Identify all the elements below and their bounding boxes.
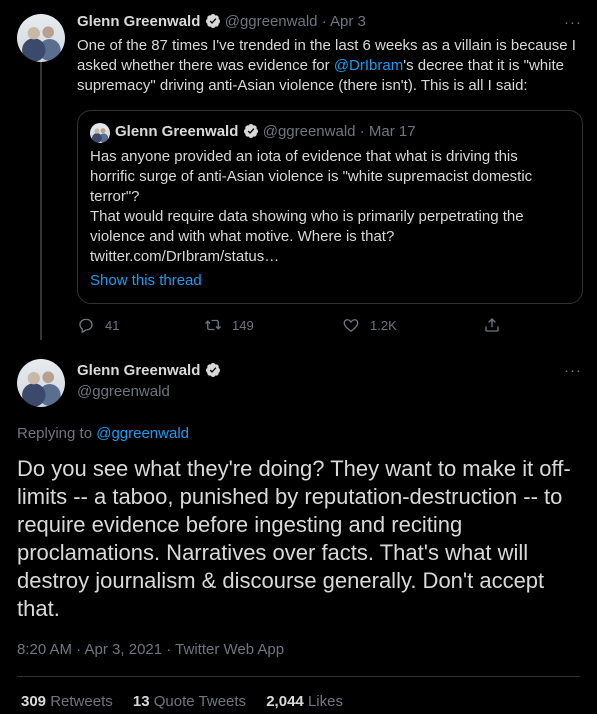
quotes-stat[interactable]: 13 Quote Tweets	[133, 693, 246, 710]
quoted-author-name: Glenn Greenwald	[115, 123, 239, 140]
quoted-author-handle: @ggreenwald	[262, 123, 356, 140]
replying-to-label: Replying to	[17, 425, 97, 442]
retweet-count: 149	[232, 317, 254, 333]
author-block: Glenn Greenwald @ggreenwald	[77, 361, 221, 402]
quoted-tweet-card[interactable]: Glenn Greenwald @ggreenwald · Mar 17 Has…	[77, 110, 583, 304]
tweet-date[interactable]: · Apr 3	[322, 13, 366, 30]
retweets-label: Retweets	[50, 693, 113, 710]
show-thread-link[interactable]: Show this thread	[90, 271, 202, 291]
retweets-count: 309	[21, 693, 47, 710]
quoted-tweet-header: Glenn Greenwald @ggreenwald · Mar 17	[115, 122, 416, 142]
verified-badge-icon	[205, 363, 220, 377]
heart-icon	[343, 319, 359, 332]
retweet-icon	[205, 319, 221, 331]
author-avatar[interactable]	[17, 14, 65, 62]
likes-label: Likes	[307, 693, 343, 710]
quoted-author-avatar	[90, 123, 110, 143]
replying-to-handle[interactable]: @ggreenwald	[96, 425, 189, 442]
tweet-text: One of the 87 times I've trended in the …	[77, 36, 582, 96]
share-icon	[485, 318, 499, 332]
mention-link[interactable]: @DrIbram	[334, 57, 403, 74]
like-count: 1.2K	[370, 317, 397, 333]
main-tweet-text: Do you see what they're doing? They want…	[17, 456, 571, 621]
reply-icon	[79, 318, 93, 334]
author-handle[interactable]: @ggreenwald	[77, 382, 221, 402]
author-name[interactable]: Glenn Greenwald	[77, 13, 200, 30]
more-options-icon[interactable]: ···	[564, 14, 582, 31]
reply-button[interactable]: 41	[77, 316, 119, 334]
divider	[17, 676, 580, 677]
verified-badge-icon	[243, 124, 258, 138]
likes-count: 2,044	[266, 693, 304, 710]
share-button[interactable]	[483, 316, 501, 334]
thread-connector-line	[40, 62, 42, 340]
quoted-tweet-text-p2: That would require data showing who is p…	[90, 208, 524, 265]
engagement-stats: 309 Retweets 13 Quote Tweets 2,044 Likes	[21, 692, 343, 712]
verified-badge-icon	[205, 14, 220, 28]
likes-stat[interactable]: 2,044 Likes	[266, 693, 343, 710]
author-avatar[interactable]	[17, 359, 65, 407]
tweet-header: Glenn Greenwald @ggreenwald · Apr 3	[77, 12, 366, 32]
author-handle[interactable]: @ggreenwald	[225, 13, 318, 30]
retweets-stat[interactable]: 309 Retweets	[21, 693, 113, 710]
quoted-tweet-date: · Mar 17	[359, 123, 416, 140]
retweet-button[interactable]: 149	[204, 316, 254, 334]
tweet-timestamp[interactable]: 8:20 AM · Apr 3, 2021 · Twitter Web App	[17, 640, 284, 660]
quotes-label: Quote Tweets	[153, 693, 247, 710]
quotes-count: 13	[132, 693, 150, 710]
quoted-tweet-text-p1: Has anyone provided an iota of evidence …	[90, 148, 533, 205]
reply-count: 41	[105, 317, 120, 333]
like-button[interactable]: 1.2K	[342, 316, 397, 334]
replying-to: Replying to @ggreenwald	[17, 424, 189, 444]
author-name[interactable]: Glenn Greenwald	[77, 362, 200, 379]
more-options-icon[interactable]: ···	[564, 362, 582, 379]
